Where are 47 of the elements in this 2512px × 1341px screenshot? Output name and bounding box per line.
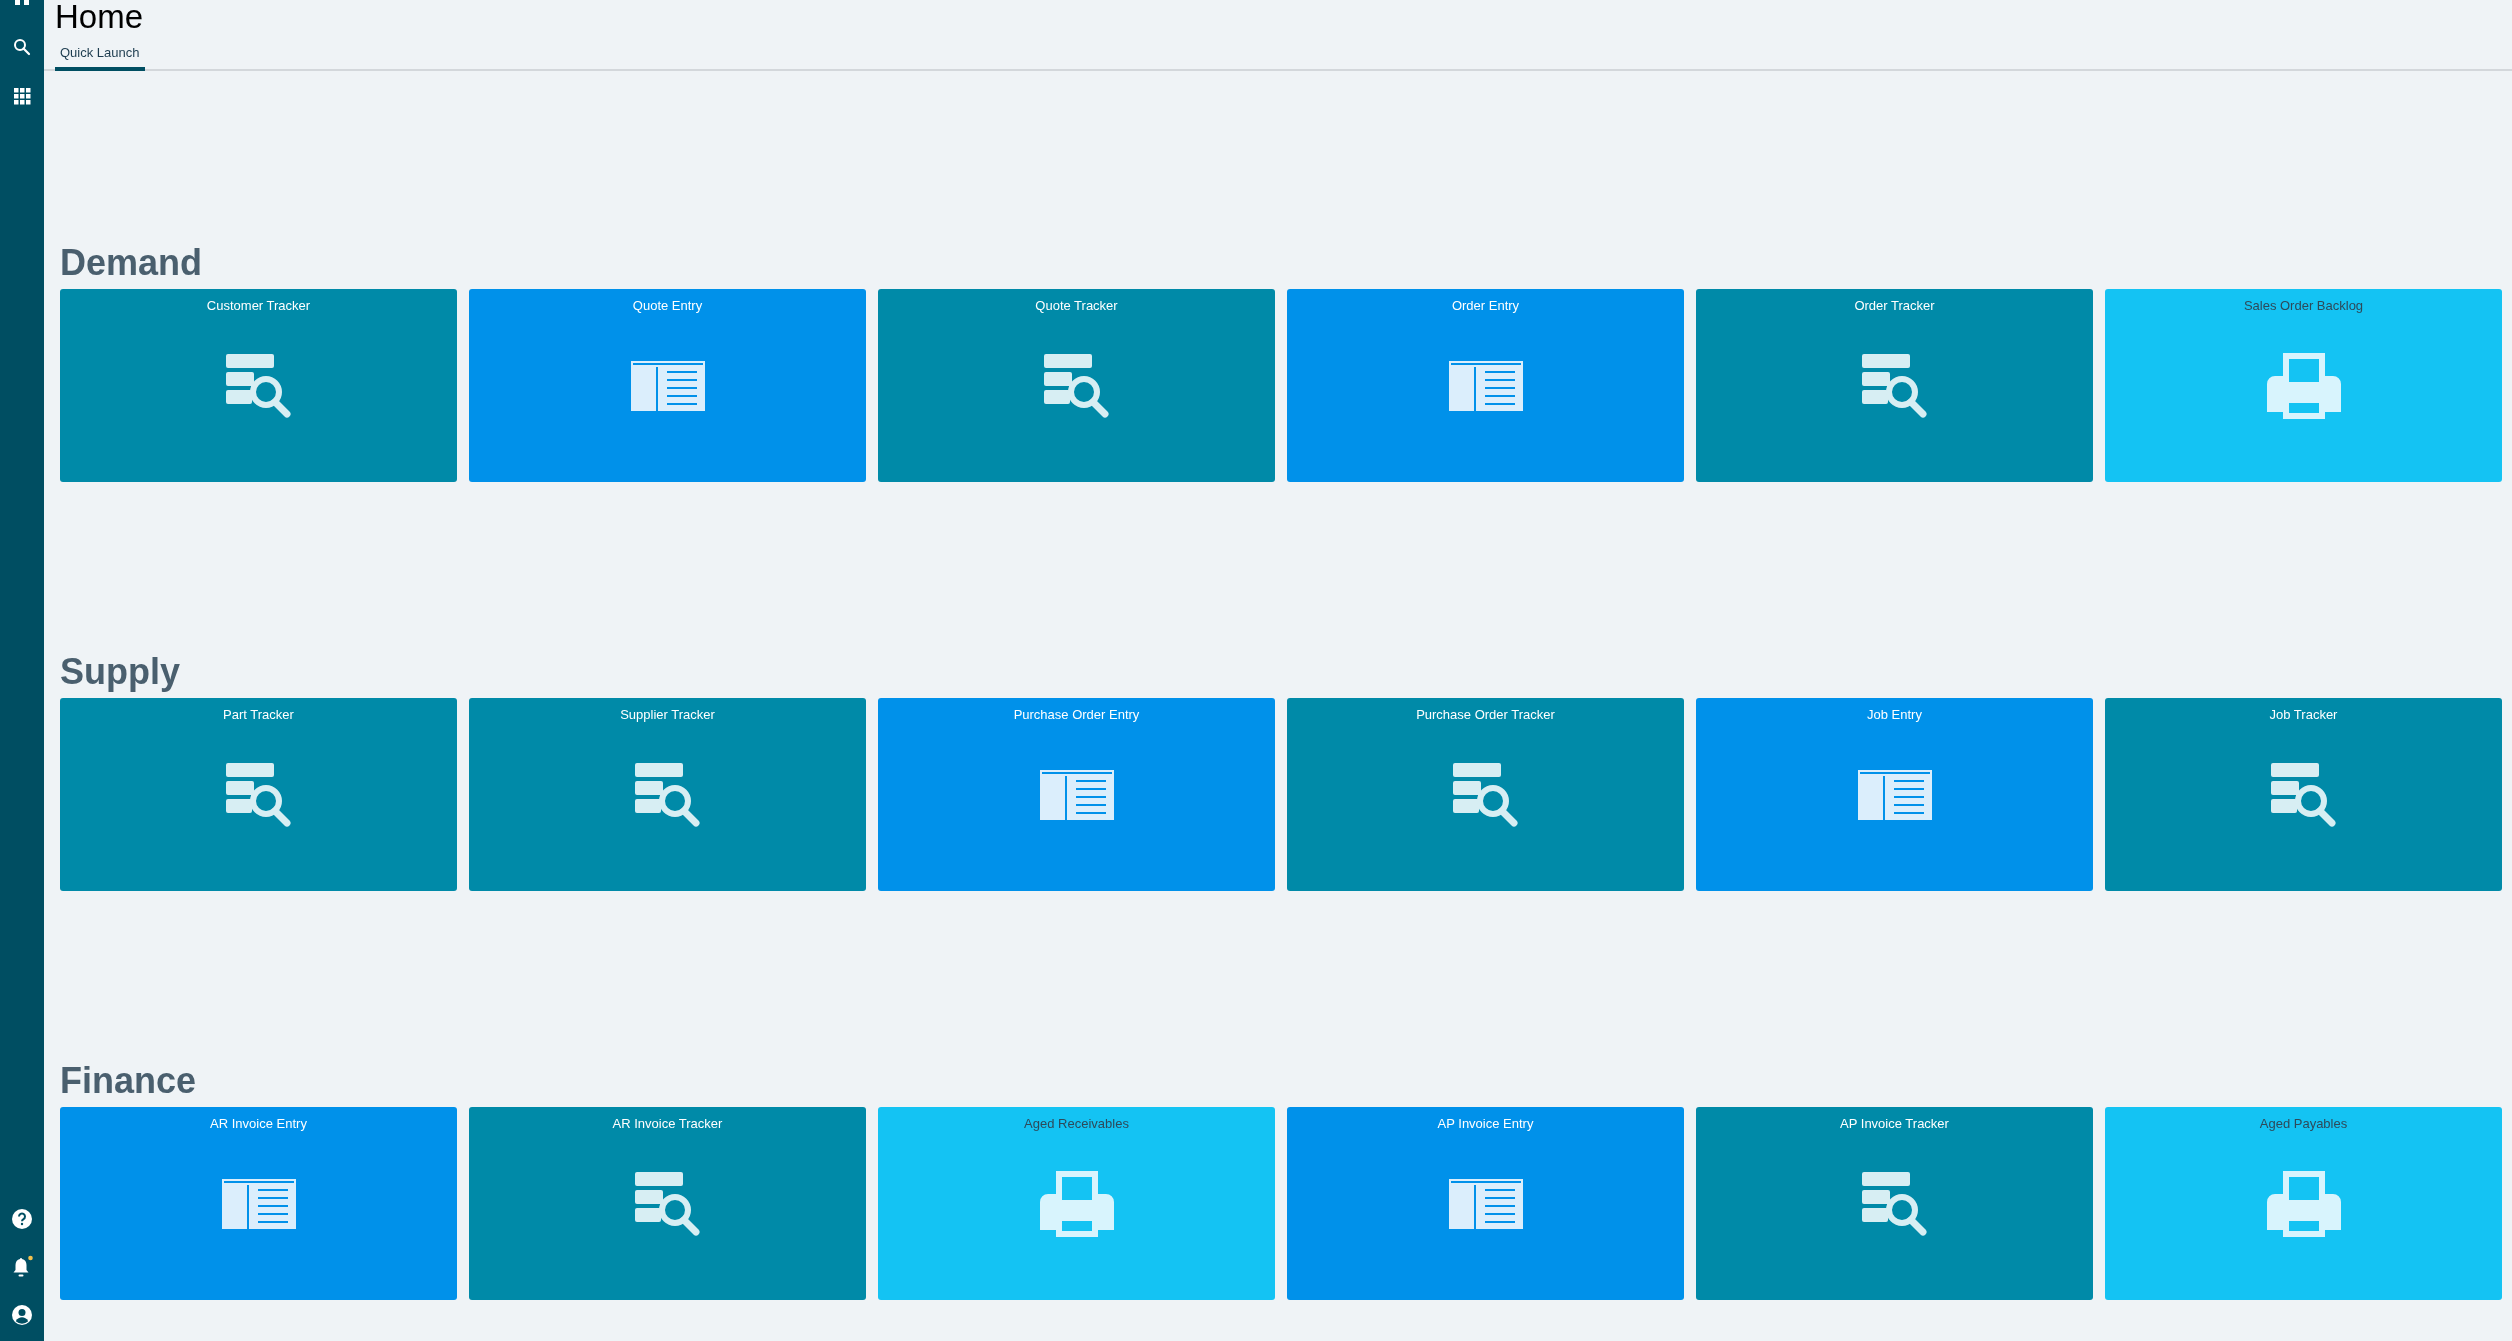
grid-icon[interactable] [13,0,31,6]
form-layout-icon [630,361,705,411]
launch-tile[interactable]: Supplier Tracker [469,697,866,891]
printer-icon [2266,353,2341,419]
launch-tile[interactable]: Aged Receivables [878,1106,1275,1300]
launch-tile[interactable]: AP Invoice Entry [1287,1106,1684,1300]
list-search-icon [2270,763,2337,827]
form-layout-icon [221,1179,296,1229]
list-search-icon [1861,354,1928,418]
section-heading: Supply [60,649,181,694]
apps-grid-icon[interactable] [13,88,31,105]
launch-tile[interactable]: AR Invoice Entry [60,1106,457,1300]
printer-icon [2266,1171,2341,1237]
printer-icon [1039,1171,1114,1237]
search-icon[interactable] [13,38,31,56]
list-search-icon [225,763,292,827]
tab[interactable]: Quick Launch [55,43,145,71]
launch-tile[interactable]: AR Invoice Tracker [469,1106,866,1300]
launch-tile[interactable]: Quote Tracker [878,288,1275,482]
list-search-icon [1861,1172,1928,1236]
launch-tile[interactable]: Part Tracker [60,697,457,891]
page-title: Home [55,0,145,34]
list-search-icon [634,1172,701,1236]
launch-tile[interactable]: Job Entry [1696,697,2093,891]
list-search-icon [1043,354,1110,418]
help-icon[interactable] [12,1209,32,1229]
launch-tile[interactable]: Customer Tracker [60,288,457,482]
launch-tile[interactable]: Job Tracker [2105,697,2502,891]
launch-tile[interactable]: Order Tracker [1696,288,2093,482]
form-layout-icon [1857,770,1932,820]
launch-tile[interactable]: Sales Order Backlog [2105,288,2502,482]
form-layout-icon [1039,770,1114,820]
launch-tile[interactable]: AP Invoice Tracker [1696,1106,2093,1300]
user-icon[interactable] [12,1305,32,1325]
launch-tile[interactable]: Purchase Order Tracker [1287,697,1684,891]
section-heading: Finance [60,1058,198,1103]
launch-tile[interactable]: Order Entry [1287,288,1684,482]
form-layout-icon [1448,1179,1523,1229]
list-search-icon [225,354,292,418]
list-search-icon [1452,763,1519,827]
list-search-icon [634,763,701,827]
launch-tile[interactable]: Purchase Order Entry [878,697,1275,891]
section-heading: Demand [60,240,204,285]
bell-icon[interactable] [10,1255,34,1279]
launch-tile[interactable]: Aged Payables [2105,1106,2502,1300]
form-layout-icon [1448,361,1523,411]
launch-tile[interactable]: Quote Entry [469,288,866,482]
